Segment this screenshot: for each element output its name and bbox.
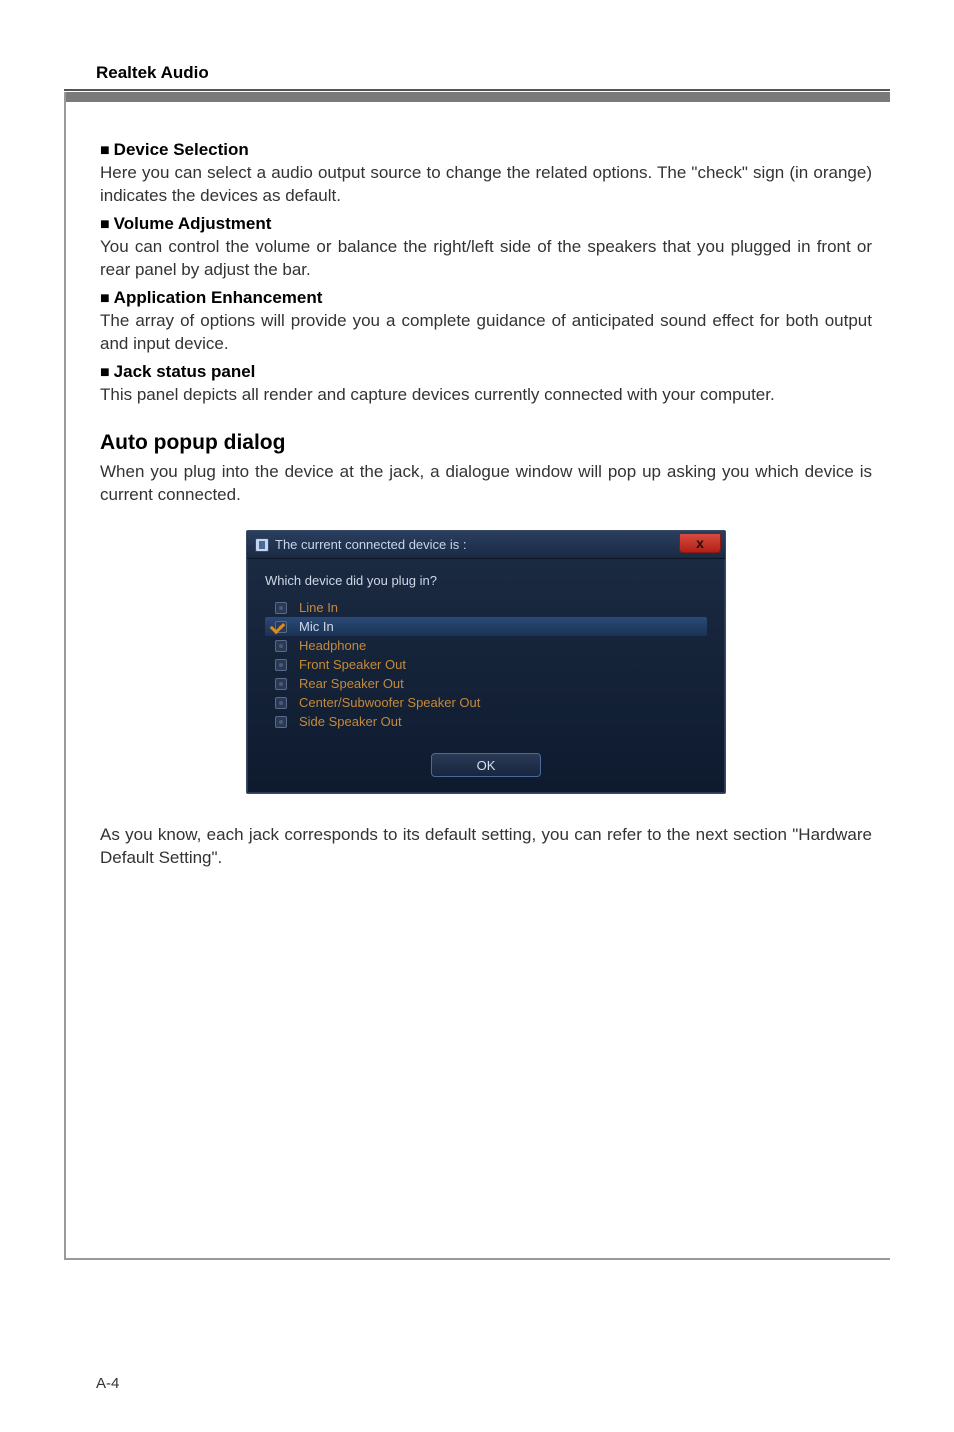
bullet-icon: ■ [100, 290, 110, 307]
section-title-text: Jack status panel [114, 362, 256, 381]
jack-icon [273, 716, 289, 728]
dialog-title: The current connected device is : [275, 537, 467, 552]
bullet-icon: ■ [100, 216, 110, 233]
jack-icon [273, 659, 289, 671]
speaker-icon [255, 538, 269, 552]
page-root: Realtek Audio ■Device Selection Here you… [0, 0, 954, 1432]
bullet-icon: ■ [100, 142, 110, 159]
dialog-question: Which device did you plug in? [265, 573, 707, 588]
device-label: Side Speaker Out [299, 714, 402, 729]
dialog-screenshot: The current connected device is : x Whic… [246, 530, 726, 794]
section-title-volume-adjustment: ■Volume Adjustment [100, 214, 872, 234]
device-label: Rear Speaker Out [299, 676, 404, 691]
section-title-text: Application Enhancement [114, 288, 323, 307]
section-body-application-enhancement: The array of options will provide you a … [100, 310, 872, 356]
content-left-border [64, 92, 66, 1260]
section-body-jack-status-panel: This panel depicts all render and captur… [100, 384, 872, 407]
bullet-icon: ■ [100, 364, 110, 381]
device-option-front-speaker-out[interactable]: Front Speaker Out [265, 655, 707, 674]
device-option-mic-in[interactable]: Mic In [265, 617, 707, 636]
jack-icon [273, 602, 289, 614]
content-area: ■Device Selection Here you can select a … [100, 140, 872, 870]
page-header-title: Realtek Audio [96, 63, 209, 83]
content-bottom-border [64, 1258, 890, 1260]
dialog-body: Which device did you plug in? Line In Mi… [247, 559, 725, 749]
header-thick-rule [64, 92, 890, 102]
page-number: A-4 [96, 1375, 119, 1392]
device-option-headphone[interactable]: Headphone [265, 636, 707, 655]
device-label: Front Speaker Out [299, 657, 406, 672]
paragraph-auto-popup-intro: When you plug into the device at the jac… [100, 461, 872, 507]
device-list: Line In Mic In Headphone Front Spea [265, 598, 707, 731]
device-option-center-subwoofer-speaker-out[interactable]: Center/Subwoofer Speaker Out [265, 693, 707, 712]
section-title-application-enhancement: ■Application Enhancement [100, 288, 872, 308]
section-body-volume-adjustment: You can control the volume or balance th… [100, 236, 872, 282]
jack-popup-dialog: The current connected device is : x Whic… [246, 530, 726, 794]
heading-auto-popup: Auto popup dialog [100, 431, 872, 455]
device-option-side-speaker-out[interactable]: Side Speaker Out [265, 712, 707, 731]
close-button[interactable]: x [679, 533, 721, 553]
device-option-line-in[interactable]: Line In [265, 598, 707, 617]
section-title-text: Volume Adjustment [114, 214, 272, 233]
device-label: Mic In [299, 619, 334, 634]
device-label: Center/Subwoofer Speaker Out [299, 695, 480, 710]
ok-button-label: OK [477, 758, 496, 773]
section-title-device-selection: ■Device Selection [100, 140, 872, 160]
jack-icon [273, 697, 289, 709]
jack-icon-checked [273, 621, 289, 633]
ok-button[interactable]: OK [431, 753, 541, 777]
header-thin-rule [64, 89, 890, 91]
dialog-footer: OK [247, 749, 725, 793]
device-option-rear-speaker-out[interactable]: Rear Speaker Out [265, 674, 707, 693]
section-title-text: Device Selection [114, 140, 249, 159]
jack-icon [273, 678, 289, 690]
section-title-jack-status-panel: ■Jack status panel [100, 362, 872, 382]
close-icon: x [696, 535, 704, 551]
dialog-titlebar: The current connected device is : x [247, 531, 725, 559]
section-body-device-selection: Here you can select a audio output sourc… [100, 162, 872, 208]
paragraph-after-dialog: As you know, each jack corresponds to it… [100, 824, 872, 870]
device-label: Headphone [299, 638, 366, 653]
jack-icon [273, 640, 289, 652]
device-label: Line In [299, 600, 338, 615]
